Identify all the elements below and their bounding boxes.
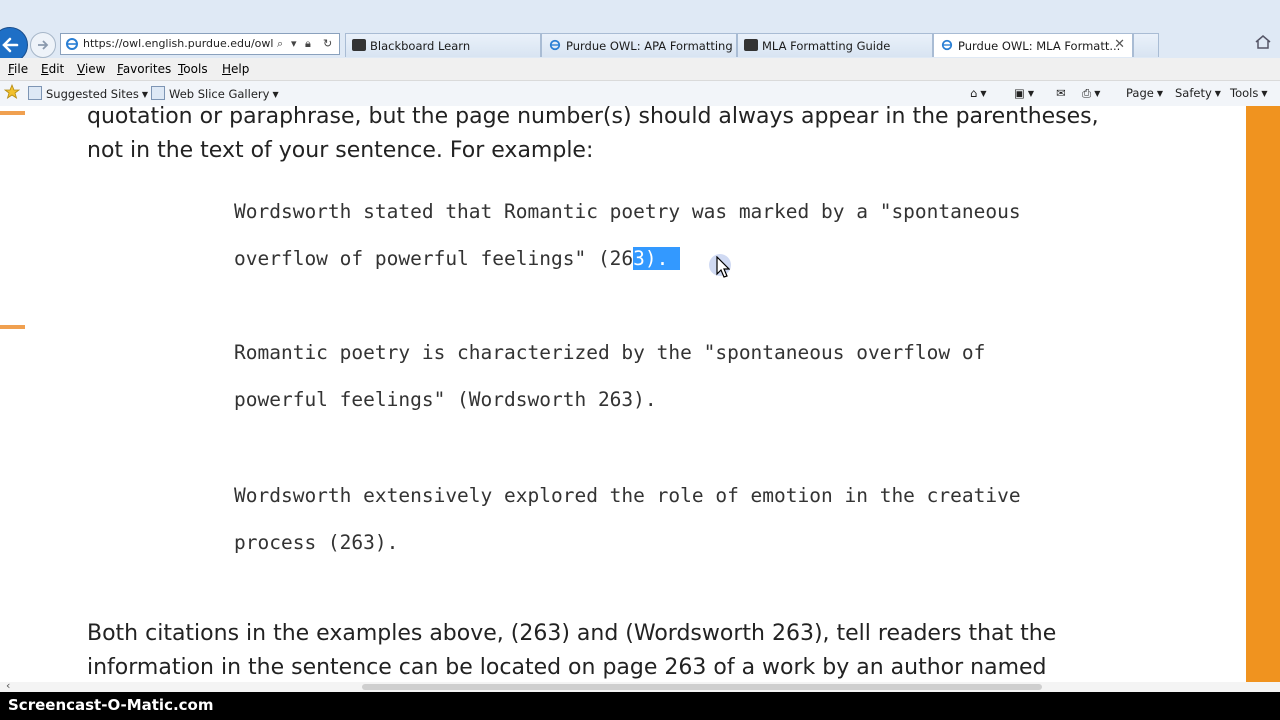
safety-menu-button[interactable]: Safety ▼ [1175,86,1221,100]
example-citation-line: powerful feelings" (Wordsworth 263). [234,388,657,411]
arrow-left-icon [2,37,19,53]
tools-menu-label: Tools [1230,86,1259,100]
ie-page-icon [549,39,561,51]
rss-icon: ▣ [1014,86,1025,100]
body-paragraph-line: information in the sentence can be locat… [87,655,1047,680]
arrow-right-icon [38,40,49,50]
orange-accent-tick [0,325,25,329]
ie-page-icon [941,39,953,51]
safety-menu-label: Safety [1175,86,1212,100]
mail-icon: ✉ [1056,86,1066,100]
text-selection-trail [668,247,681,270]
print-command-button[interactable]: ⎙ ▼ [1082,86,1100,101]
search-icon[interactable]: ⌕ [277,37,283,51]
orange-sidebar-accent [1246,106,1280,682]
blackboard-favicon-icon [744,39,758,51]
page-icon [28,86,42,100]
lock-icon[interactable]: 🔒︎ [305,37,311,51]
body-paragraph-line: not in the text of your sentence. For ex… [87,138,594,163]
menu-edit[interactable]: Edit [41,62,64,76]
page-menu-label: Page [1126,86,1154,100]
menu-view[interactable]: View [77,62,105,76]
menu-bar: File Edit View Favorites Tools Help [0,58,1280,81]
tab-label: Purdue OWL: MLA Formatt... [958,39,1121,53]
close-tab-icon[interactable]: ✕ [1114,37,1125,52]
suggested-sites-link[interactable]: Suggested Sites ▼ [28,86,148,101]
chevron-down-icon: ▼ [1094,89,1101,98]
menu-tools[interactable]: Tools [178,62,208,76]
example-citation-line: process (263). [234,531,399,554]
tab-blackboard-learn[interactable]: Blackboard Learn [345,33,541,57]
forward-button[interactable] [30,32,56,58]
mouse-cursor-icon [716,256,730,278]
blackboard-favicon-icon [352,39,366,51]
suggested-sites-label: Suggested Sites [46,87,139,101]
tab-label: MLA Formatting Guide [762,39,891,53]
horizontal-scrollbar[interactable]: ‹ [0,679,1280,692]
address-url[interactable]: https://owl.english.purdue.edu/owl/ [83,37,273,50]
example-citation-line: Romantic poetry is characterized by the … [234,341,986,364]
orange-accent-tick [0,111,25,115]
home-icon: ⌂ [970,86,978,100]
scrollbar-thumb[interactable] [362,684,1042,690]
page-icon [151,86,165,100]
browser-title-bar: https://owl.english.purdue.edu/owl/ ⌕ ▾ … [0,0,1280,63]
tab-label: Purdue OWL: APA Formatting ... [566,39,748,53]
example-citation-line: Wordsworth extensively explored the role… [234,484,1021,507]
body-paragraph-line: Both citations in the examples above, (2… [87,621,1057,646]
chevron-down-icon: ▼ [1214,89,1221,98]
menu-file[interactable]: File [8,62,28,76]
tab-purdue-owl-mla[interactable]: Purdue OWL: MLA Formatt... ✕ [933,33,1133,57]
new-tab-button[interactable] [1133,33,1159,57]
scroll-left-icon[interactable]: ‹ [6,679,10,692]
screencast-watermark: Screencast-O-Matic.com [8,696,214,714]
body-paragraph-line: quotation or paraphrase, but the page nu… [87,106,1099,129]
page-menu-button[interactable]: Page ▼ [1126,86,1163,100]
refresh-icon[interactable]: ↻ [323,37,332,50]
chevron-down-icon: ▼ [272,90,279,99]
example-citation-line: overflow of powerful feelings" (263). [234,247,681,270]
text-selection[interactable]: 3). [633,247,669,270]
printer-icon: ⎙ [1082,86,1092,100]
read-mail-button[interactable]: ✉ [1056,86,1066,100]
chevron-down-icon: ▼ [1156,89,1163,98]
web-slice-gallery-link[interactable]: Web Slice Gallery ▼ [151,86,279,101]
menu-help[interactable]: Help [222,62,249,76]
menu-favorites[interactable]: Favorites [117,62,171,76]
tab-mla-formatting-guide[interactable]: MLA Formatting Guide [737,33,933,57]
screencast-watermark-bar: Screencast-O-Matic.com [0,692,1280,720]
tools-menu-button[interactable]: Tools ▼ [1230,86,1268,100]
favorites-bar: Suggested Sites ▼ Web Slice Gallery ▼ ⌂ ▼ ▣… [0,81,1280,107]
feeds-command-button[interactable]: ▣ ▼ [1014,86,1034,100]
chevron-down-icon: ▼ [1027,89,1035,98]
web-slice-gallery-label: Web Slice Gallery [169,87,270,101]
tab-purdue-owl-apa[interactable]: Purdue OWL: APA Formatting ... [541,33,747,57]
chevron-down-icon: ▼ [980,89,987,98]
favorites-star-icon[interactable] [3,83,21,103]
home-icon[interactable] [1254,34,1272,50]
chevron-down-icon: ▼ [141,90,149,99]
home-command-button[interactable]: ⌂ ▼ [970,86,986,100]
example-citation-line: Wordsworth stated that Romantic poetry w… [234,200,1021,223]
example-text: overflow of powerful feelings" (26 [234,247,634,270]
tab-label: Blackboard Learn [370,39,471,53]
page-content: quotation or paraphrase, but the page nu… [0,106,1280,682]
dropdown-arrow-icon[interactable]: ▾ [291,37,297,50]
ie-logo-icon [66,38,78,50]
chevron-down-icon: ▼ [1261,89,1268,98]
address-bar[interactable]: https://owl.english.purdue.edu/owl/ ⌕ ▾ … [60,33,340,55]
